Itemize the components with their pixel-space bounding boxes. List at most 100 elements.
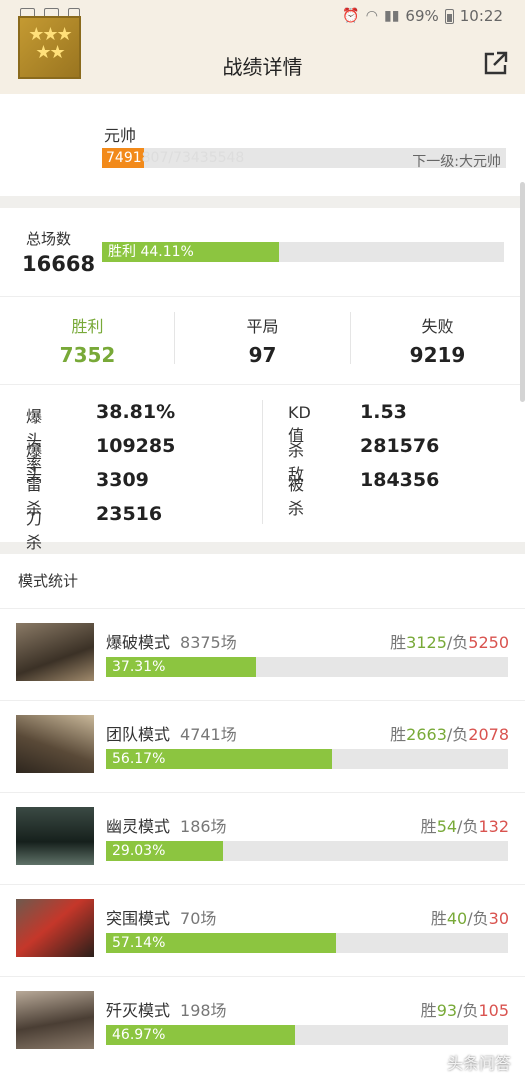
loss-count: 2078 [468, 725, 509, 744]
mode-title: 幽灵模式 [106, 817, 171, 836]
signal-icon: ▮▮ [384, 8, 400, 24]
loss-label: /负 [457, 1001, 479, 1020]
draws-value: 97 [248, 343, 277, 367]
battery-percent: 69% [405, 7, 439, 25]
win-count: 3125 [406, 633, 447, 652]
battery-icon [444, 8, 454, 24]
wins-label: 胜利 [71, 317, 104, 336]
stat-value: 1.53 [360, 401, 407, 423]
stat-value: 23516 [96, 503, 163, 525]
watermark: 头条问答 [446, 1054, 511, 1073]
total-games-value: 16668 [22, 252, 96, 276]
stat-value: 3309 [96, 469, 149, 491]
mode-name: 幽灵模式 186场 [106, 813, 227, 837]
wifi-icon: ◠ [365, 8, 378, 24]
win-label: 胜 [390, 725, 407, 744]
team-thumbnail [16, 715, 94, 773]
win-count: 40 [446, 909, 468, 928]
win-count: 54 [436, 817, 458, 836]
losses-label: 失败 [421, 317, 454, 336]
mode-win-loss: 胜40/负30 [431, 905, 509, 929]
stat-value: 184356 [360, 469, 440, 491]
xp-current: 7491 [106, 150, 142, 166]
win-label: 胜 [430, 909, 447, 928]
losses-value: 9219 [409, 343, 466, 367]
win-count: 93 [436, 1001, 458, 1020]
xp-rest: 807/73435548 [141, 150, 245, 166]
mode-win-rate-text: 57.14% [112, 935, 166, 951]
rank-badge-icon: ★★★ ★★ [18, 16, 81, 79]
draws-label: 平局 [246, 317, 279, 336]
mode-count: 198场 [180, 1001, 227, 1020]
mode-name: 歼灭模式 198场 [106, 997, 227, 1021]
mode-win-rate-text: 29.03% [112, 843, 166, 859]
mode-stats-heading: 模式统计 [18, 572, 79, 590]
scrollbar[interactable] [520, 182, 525, 402]
mode-row-team[interactable]: 团队模式 4741场 胜2663/负2078 56.17% [0, 700, 525, 792]
mode-name: 突围模式 70场 [106, 905, 216, 929]
mode-count: 186场 [180, 817, 227, 836]
next-level-label: 下一级:大元帅 [412, 154, 501, 170]
win-rate-bar: 胜利 44.11% [102, 242, 504, 262]
mode-count: 70场 [180, 909, 217, 928]
stat-value: 281576 [360, 435, 440, 457]
win-label: 胜 [420, 1001, 437, 1020]
mode-row-demolition[interactable]: 爆破模式 8375场 胜3125/负5250 37.31% [0, 608, 525, 700]
mode-win-rate-bar: 37.31% [106, 657, 508, 677]
annihilation-thumbnail [16, 991, 94, 1049]
loss-label: /负 [446, 633, 469, 652]
loss-label: /负 [457, 817, 479, 836]
loss-count: 5250 [468, 633, 509, 652]
loss-count: 132 [478, 817, 509, 836]
ghost-thumbnail [16, 807, 94, 865]
mode-count: 4741场 [180, 725, 237, 744]
mode-win-loss: 胜3125/负5250 [390, 629, 509, 653]
demolition-thumbnail [16, 623, 94, 681]
loss-label: /负 [467, 909, 489, 928]
mode-win-rate-bar: 56.17% [106, 749, 508, 769]
mode-win-rate-bar: 29.03% [106, 841, 508, 861]
loss-label: /负 [446, 725, 469, 744]
mode-title: 爆破模式 [106, 633, 171, 652]
draws-column: 平局 97 [175, 313, 350, 367]
mode-win-rate-text: 46.97% [112, 1027, 166, 1043]
mode-win-rate-bar: 46.97% [106, 1025, 508, 1045]
rank-name: 元帅 [104, 126, 137, 145]
mode-title: 歼灭模式 [106, 1001, 171, 1020]
alarm-icon: ⏰ [342, 8, 360, 24]
status-icons-right: ⏰ ◠ ▮▮ 69% 10:22 [342, 7, 503, 25]
stat-label: 被杀 [288, 475, 305, 518]
share-icon[interactable] [483, 50, 509, 76]
win-label: 胜 [420, 817, 437, 836]
mode-win-rate-bar: 57.14% [106, 933, 508, 953]
mode-count: 8375场 [180, 633, 237, 652]
mode-title: 突围模式 [106, 909, 171, 928]
win-count: 2663 [406, 725, 447, 744]
clock: 10:22 [459, 7, 503, 25]
mode-name: 团队模式 4741场 [106, 721, 237, 745]
mode-name: 爆破模式 8375场 [106, 629, 237, 653]
win-label: 胜 [390, 633, 407, 652]
loss-count: 105 [478, 1001, 509, 1020]
losses-column: 失败 9219 [350, 313, 525, 367]
rank-stars: ★★★ ★★ [28, 24, 72, 63]
xp-text: 7491807/73435548 [106, 149, 244, 167]
total-games-label: 总场数 [26, 230, 72, 248]
wins-column: 胜利 7352 [0, 313, 175, 367]
mode-row-breakout[interactable]: 突围模式 70场 胜40/负30 57.14% [0, 884, 525, 976]
mode-win-loss: 胜2663/负2078 [390, 721, 509, 745]
wins-value: 7352 [59, 343, 116, 367]
mode-row-ghost[interactable]: 幽灵模式 186场 胜54/负132 29.03% [0, 792, 525, 884]
mode-win-rate-text: 37.31% [112, 659, 166, 675]
win-rate-text: 胜利 44.11% [108, 244, 194, 260]
breakout-thumbnail [16, 899, 94, 957]
stat-value: 109285 [96, 435, 176, 457]
mode-win-loss: 胜54/负132 [421, 813, 509, 837]
divider [262, 400, 263, 524]
mode-win-rate-text: 56.17% [112, 751, 166, 767]
stat-label: 刀杀 [26, 509, 43, 552]
rank-card [0, 94, 525, 196]
mode-win-loss: 胜93/负105 [421, 997, 509, 1021]
mode-title: 团队模式 [106, 725, 171, 744]
stat-value: 38.81% [96, 401, 176, 423]
